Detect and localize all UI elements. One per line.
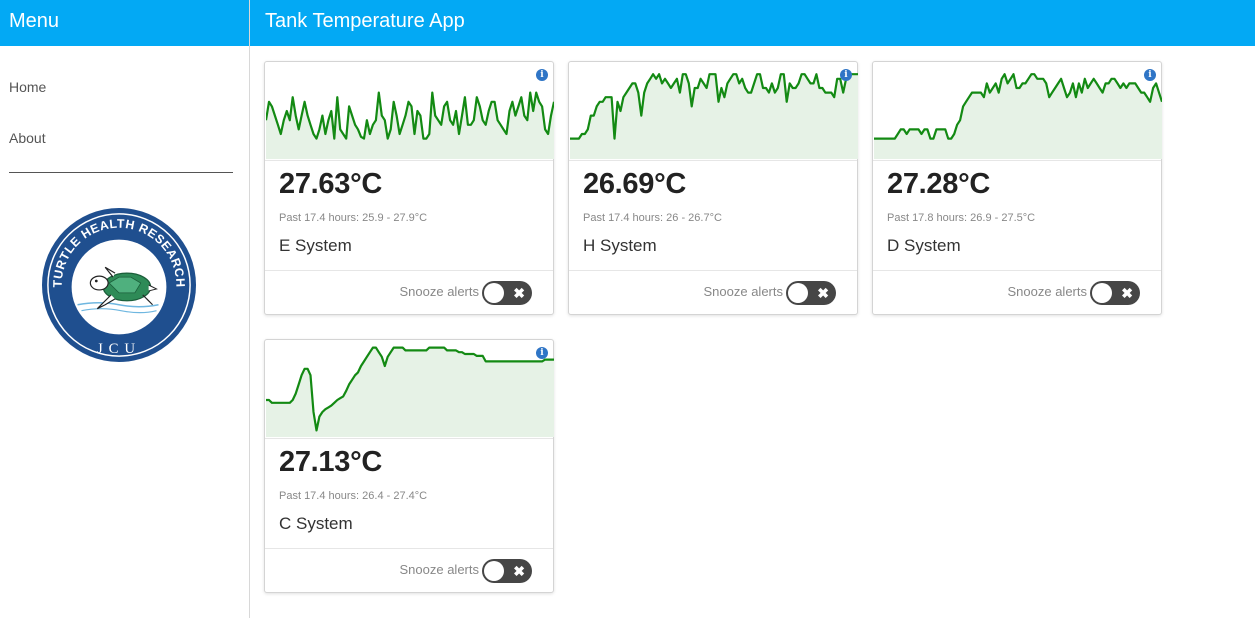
temperature-range: Past 17.8 hours: 26.9 - 27.5°C bbox=[887, 212, 1036, 224]
current-temperature: 27.28°C bbox=[887, 168, 991, 200]
logo-bottom-text: JCU bbox=[97, 341, 141, 357]
snooze-alerts-toggle[interactable]: ✖ bbox=[482, 281, 532, 305]
app-header: Tank Temperature App bbox=[250, 0, 1255, 46]
snooze-alerts-toggle[interactable]: ✖ bbox=[482, 559, 532, 583]
snooze-alerts-label: Snooze alerts bbox=[1007, 284, 1088, 299]
temperature-sparkline bbox=[266, 91, 554, 159]
current-temperature: 27.13°C bbox=[279, 446, 383, 478]
toggle-knob bbox=[1092, 283, 1112, 303]
card-divider bbox=[265, 548, 553, 549]
temperature-range: Past 17.4 hours: 26.4 - 27.4°C bbox=[279, 490, 428, 502]
card-divider bbox=[265, 438, 553, 439]
system-name: D System bbox=[887, 236, 961, 255]
info-icon[interactable]: i bbox=[1144, 69, 1156, 81]
snooze-alerts-label: Snooze alerts bbox=[399, 562, 480, 577]
sidebar-title: Menu bbox=[0, 0, 249, 46]
main-content: i 27.63°C Past 17.4 hours: 25.9 - 27.9°C… bbox=[250, 46, 1255, 618]
temperature-sparkline bbox=[266, 346, 554, 437]
card-divider bbox=[873, 160, 1161, 161]
card-divider bbox=[265, 270, 553, 271]
snooze-alerts-label: Snooze alerts bbox=[399, 284, 480, 299]
temperature-range: Past 17.4 hours: 25.9 - 27.9°C bbox=[279, 212, 428, 224]
snooze-alerts-toggle[interactable]: ✖ bbox=[1090, 281, 1140, 305]
system-name: E System bbox=[279, 236, 352, 255]
sidebar-divider bbox=[9, 172, 233, 173]
card-divider bbox=[873, 270, 1161, 271]
info-icon[interactable]: i bbox=[536, 347, 548, 359]
sidebar: Menu Home About TURTLE HEALTH RESEARCH J… bbox=[0, 0, 250, 618]
toggle-knob bbox=[484, 561, 504, 581]
card-divider bbox=[569, 270, 857, 271]
snooze-alerts-label: Snooze alerts bbox=[703, 284, 784, 299]
temperature-sparkline bbox=[570, 73, 858, 159]
system-name: C System bbox=[279, 514, 353, 533]
system-card: i 26.69°C Past 17.4 hours: 26 - 26.7°C H… bbox=[568, 61, 858, 315]
info-icon[interactable]: i bbox=[840, 69, 852, 81]
close-icon: ✖ bbox=[513, 563, 525, 579]
temperature-range: Past 17.4 hours: 26 - 26.7°C bbox=[583, 212, 722, 224]
system-card: i 27.28°C Past 17.8 hours: 26.9 - 27.5°C… bbox=[872, 61, 1162, 315]
info-icon[interactable]: i bbox=[536, 69, 548, 81]
card-divider bbox=[265, 160, 553, 161]
toggle-knob bbox=[788, 283, 808, 303]
system-card: i 27.63°C Past 17.4 hours: 25.9 - 27.9°C… bbox=[264, 61, 554, 315]
current-temperature: 26.69°C bbox=[583, 168, 687, 200]
nav-item-about[interactable]: About bbox=[0, 113, 249, 164]
nav-item-home[interactable]: Home bbox=[0, 62, 249, 113]
turtle-health-research-logo: TURTLE HEALTH RESEARCH JCU bbox=[41, 207, 197, 363]
card-divider bbox=[569, 160, 857, 161]
current-temperature: 27.63°C bbox=[279, 168, 383, 200]
close-icon: ✖ bbox=[513, 285, 525, 301]
toggle-knob bbox=[484, 283, 504, 303]
sidebar-nav: Home About bbox=[0, 62, 249, 164]
system-card: i 27.13°C Past 17.4 hours: 26.4 - 27.4°C… bbox=[264, 339, 554, 593]
temperature-sparkline bbox=[874, 73, 1162, 159]
close-icon: ✖ bbox=[817, 285, 829, 301]
system-name: H System bbox=[583, 236, 657, 255]
close-icon: ✖ bbox=[1121, 285, 1133, 301]
snooze-alerts-toggle[interactable]: ✖ bbox=[786, 281, 836, 305]
